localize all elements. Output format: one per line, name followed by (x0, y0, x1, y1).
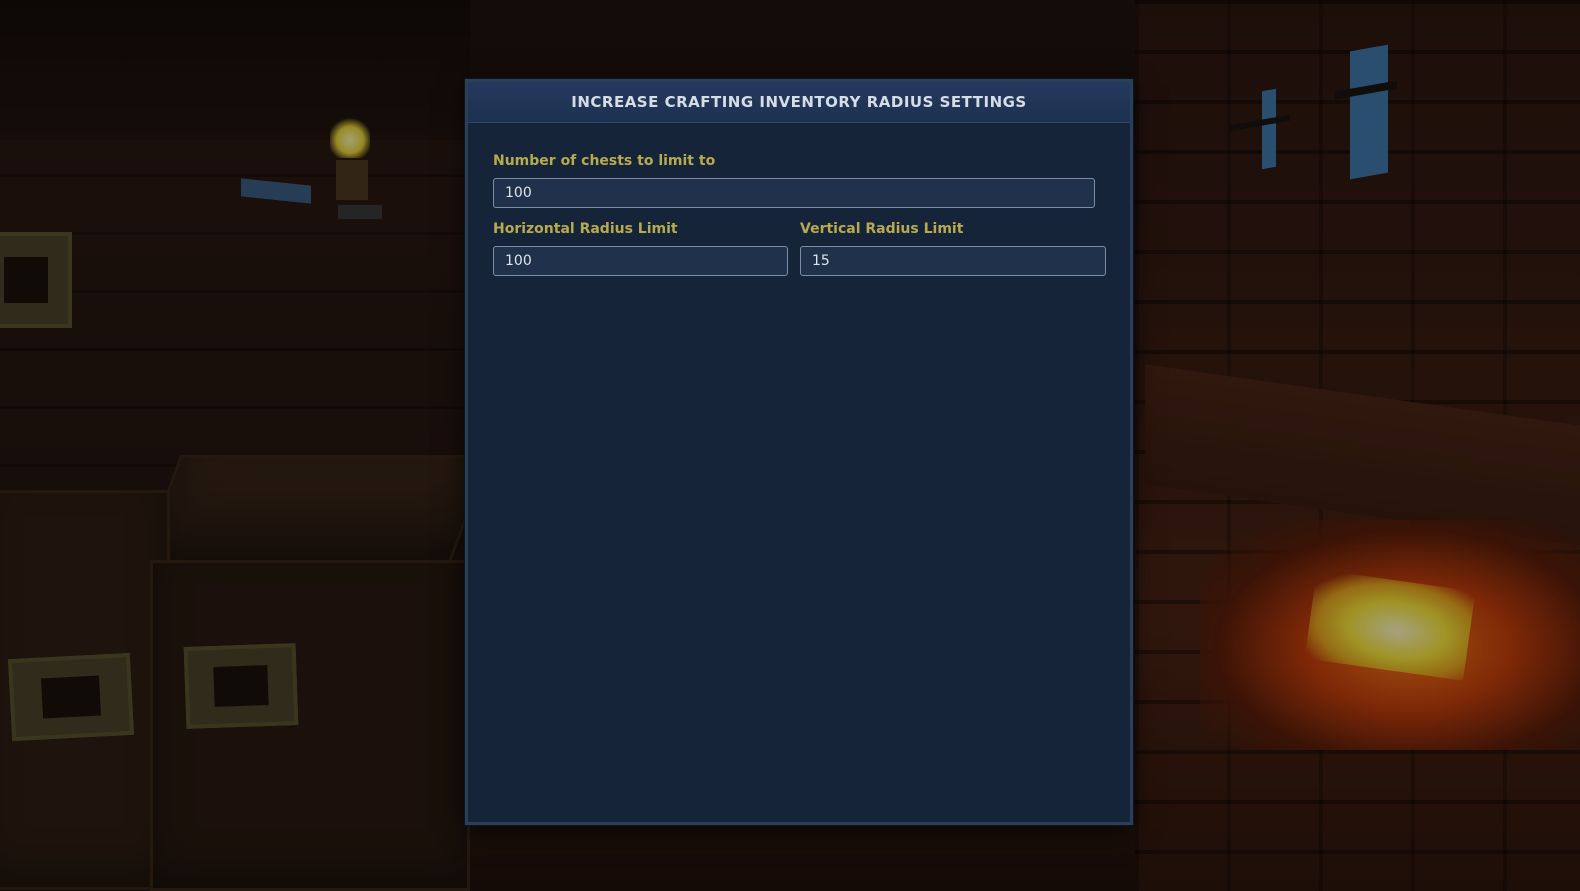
settings-dialog: INCREASE CRAFTING INVENTORY RADIUS SETTI… (465, 79, 1133, 825)
horizontal-radius-input[interactable] (493, 246, 788, 276)
vertical-radius-label: Vertical Radius Limit (800, 221, 964, 237)
chests-limit-input[interactable] (493, 178, 1095, 208)
chests-limit-label: Number of chests to limit to (493, 153, 716, 169)
dialog-header: INCREASE CRAFTING INVENTORY RADIUS SETTI… (468, 82, 1130, 123)
dialog-title: INCREASE CRAFTING INVENTORY RADIUS SETTI… (571, 93, 1027, 111)
vertical-radius-input[interactable] (800, 246, 1106, 276)
horizontal-radius-label: Horizontal Radius Limit (493, 221, 678, 237)
